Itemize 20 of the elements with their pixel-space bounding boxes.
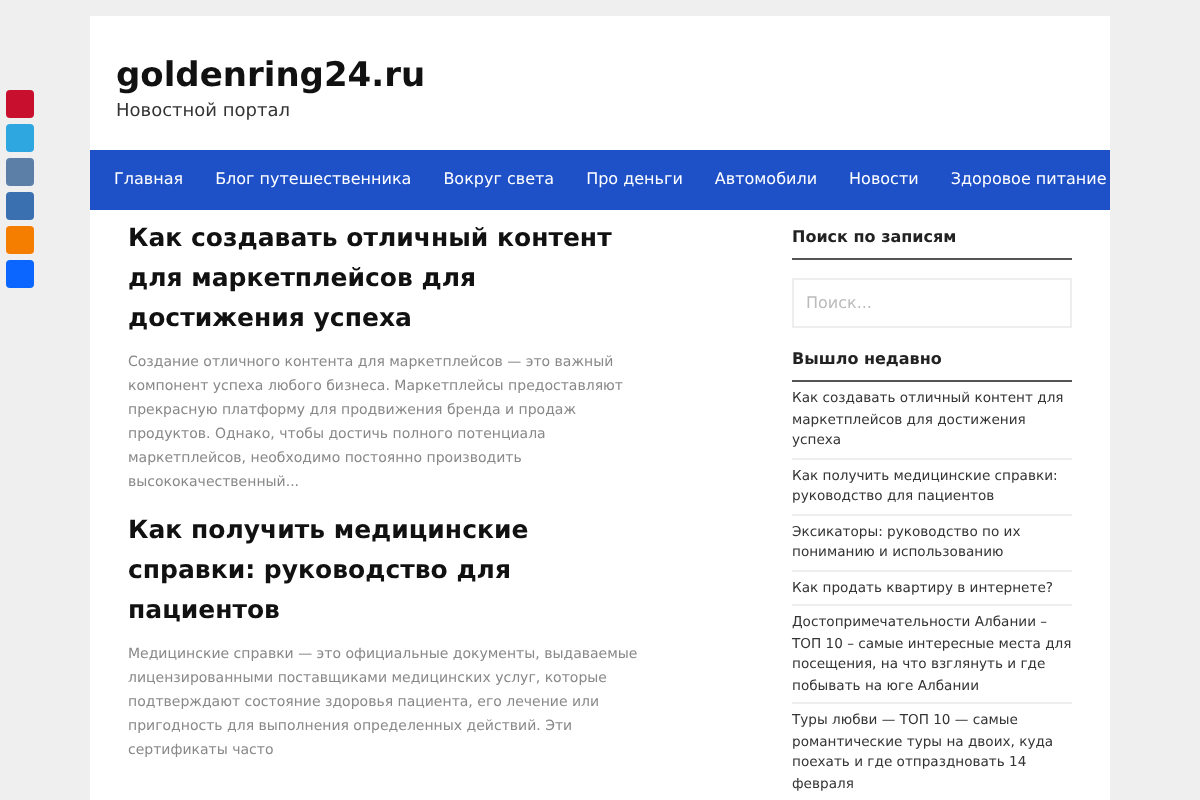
share-button[interactable] [6,90,34,118]
post-title[interactable]: Как получить медицинские справки: руководство для пациентов [128,510,642,630]
post-title[interactable]: Как создавать отличный контент для маркетплейсов для достижения успеха [128,218,642,338]
nav-link[interactable]: Главная [114,168,184,192]
site-title[interactable]: goldenring24.ru [116,56,1084,96]
share-button[interactable] [6,260,34,288]
nav-link[interactable]: Здоровое питание [950,168,1107,192]
search-field[interactable]: Поиск... [792,278,1072,328]
share-button[interactable] [6,158,34,186]
site-tagline: Новостной портал [116,100,292,126]
nav-link[interactable]: Блог путешественника [215,168,412,192]
widget-title: Поиск по записям [792,226,1072,260]
nav-link[interactable]: Новости [849,168,919,192]
nav-link[interactable]: Про деньги [586,168,683,192]
share-button[interactable] [6,192,34,220]
share-button[interactable] [6,226,34,254]
nav-link[interactable]: Автомобили [714,168,818,192]
share-button[interactable] [6,124,34,152]
nav-link[interactable]: Вокруг света [443,168,555,192]
widget-title: Вышло недавно [792,348,1072,382]
